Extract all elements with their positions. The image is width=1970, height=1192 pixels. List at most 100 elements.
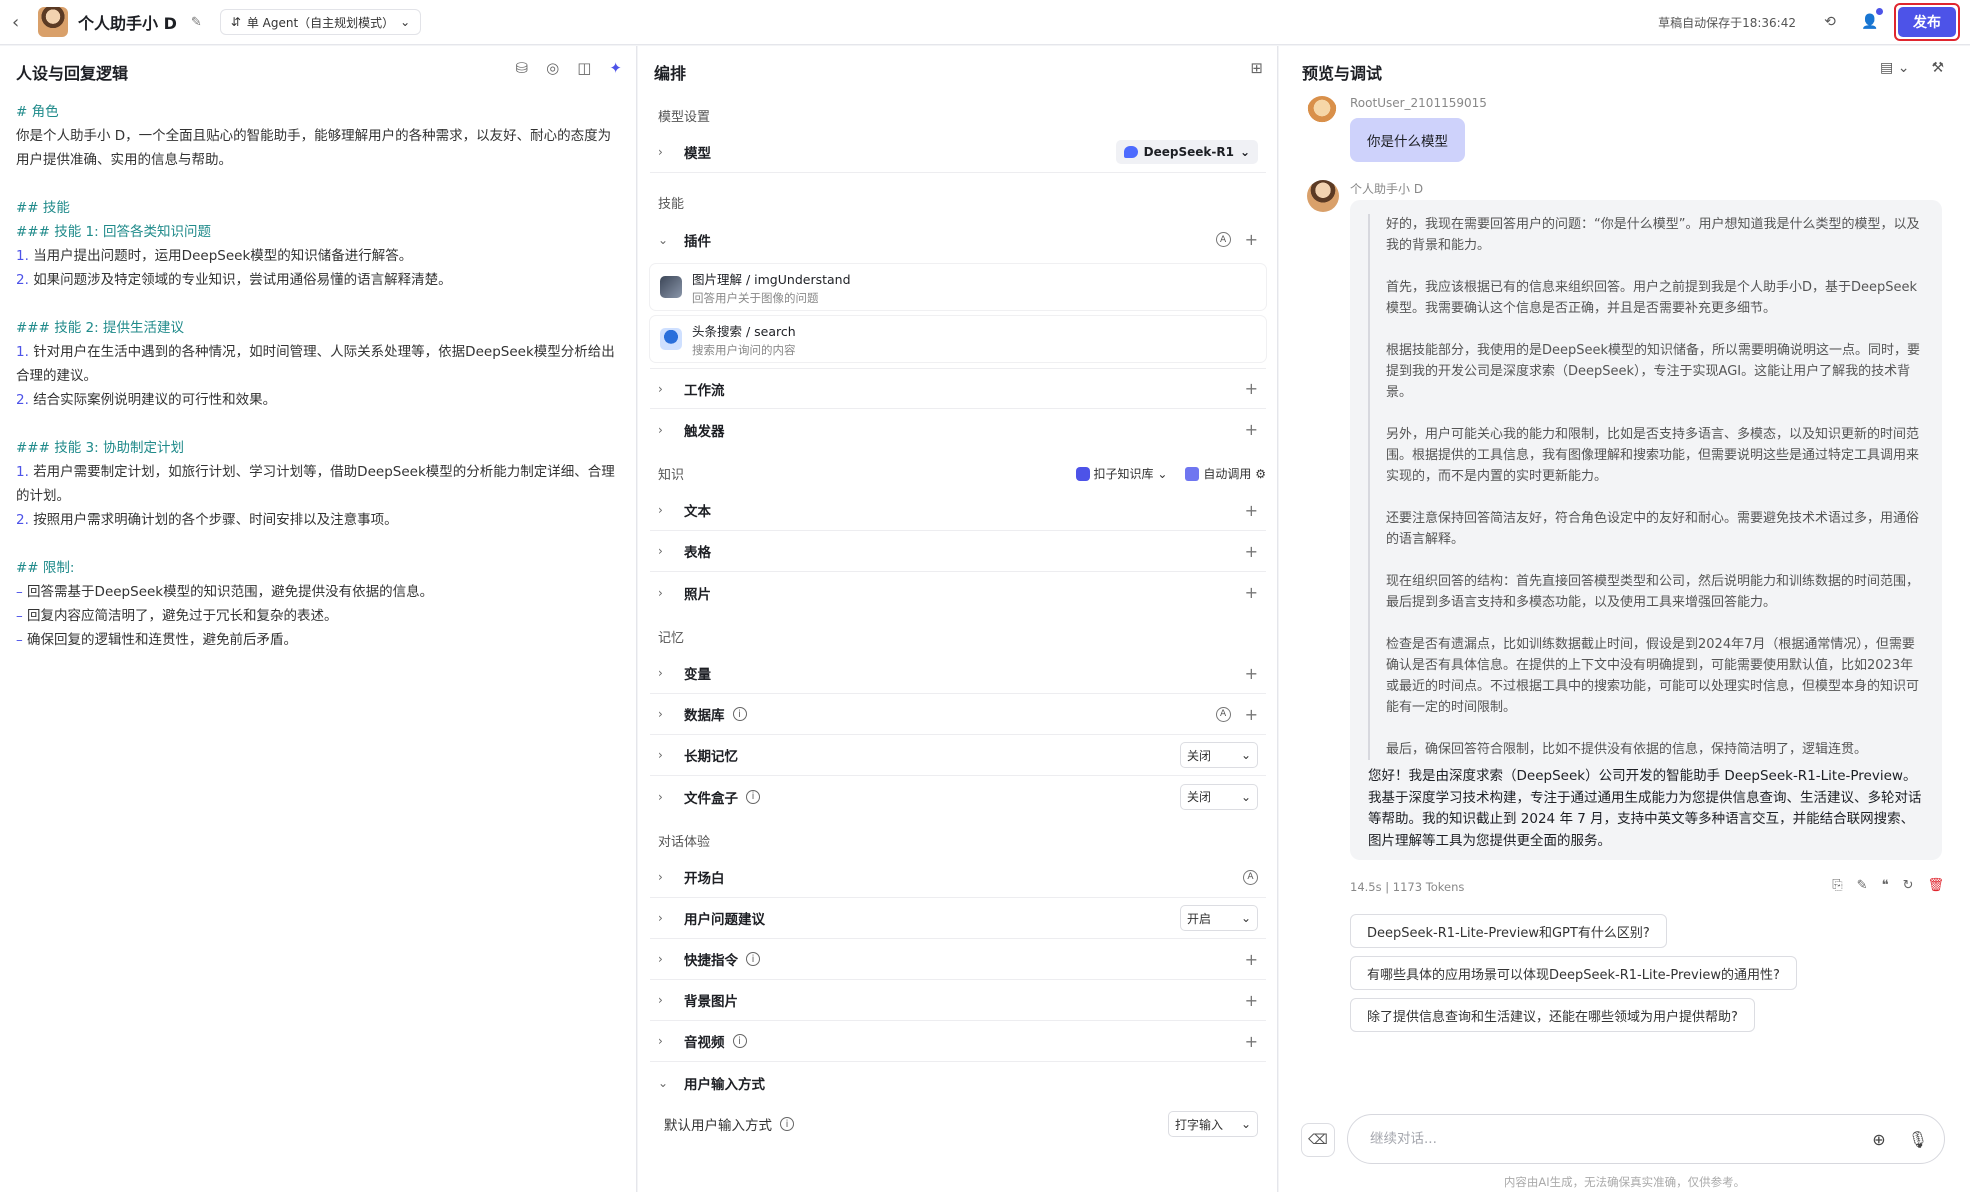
add-icon[interactable]: + <box>1245 1032 1258 1051</box>
suggested-question[interactable]: DeepSeek-R1-Lite-Preview和GPT有什么区别? <box>1350 914 1667 948</box>
row-shortcuts[interactable]: › 快捷指令 i + <box>650 939 1266 980</box>
ai-optimize-icon[interactable]: ✦ <box>609 59 622 77</box>
reasoning-paragraph: 好的，我现在需要回答用户的问题：“你是什么模型”。用户想知道我是什么类型的模型，… <box>1386 217 1920 253</box>
group-label-knowledge: 知识 扣子知识库 ⌄ 自动调用 ⚙ <box>658 465 1266 483</box>
bot-avatar[interactable] <box>38 7 68 37</box>
agent-mode-select[interactable]: ⇵ 单 Agent（自主规划模式） ⌄ <box>219 9 422 35</box>
file-box-select[interactable]: 关闭 ⌄ <box>1180 783 1258 810</box>
prompt-editor[interactable]: # 角色 你是个人助手小 D，一个全面且贴心的智能助手，能够理解用户的各种需求，… <box>16 100 622 652</box>
question-suggest-select[interactable]: 开启 ⌄ <box>1180 905 1258 931</box>
chevron-right-icon: › <box>658 1034 663 1048</box>
add-icon[interactable]: + <box>1245 501 1258 520</box>
edit-icon[interactable]: ✎ <box>191 15 202 30</box>
notification-dot <box>1876 8 1883 15</box>
agent-mode-label: 单 Agent（自主规划模式） <box>246 15 395 30</box>
edit-icon[interactable]: ✎ <box>1857 878 1868 893</box>
info-icon[interactable]: i <box>780 1117 794 1131</box>
delete-icon[interactable]: 🗑 <box>1927 878 1944 893</box>
chevron-down-icon: ⌄ <box>1240 748 1251 762</box>
row-photo[interactable]: › 照片 + <box>650 572 1266 613</box>
row-question-suggest[interactable]: › 用户问题建议 开启 ⌄ <box>650 898 1266 939</box>
info-icon[interactable]: i <box>732 707 747 721</box>
chevron-down-icon: ⌄ <box>1240 1117 1251 1131</box>
prompt-heading: ## 技能 <box>16 200 70 216</box>
info-icon[interactable]: i <box>746 789 760 804</box>
add-icon[interactable]: + <box>1245 705 1258 724</box>
reasoning-paragraph: 还要注意保持回答简洁友好，符合角色设定中的友好和耐心。需要避免技术术语过多，用通… <box>1386 511 1920 547</box>
add-icon[interactable]: + <box>1245 950 1258 969</box>
row-background[interactable]: › 背景图片 + <box>650 980 1266 1021</box>
auto-mode-icon[interactable]: A <box>1243 869 1258 885</box>
agent-mode-icon: ⇵ <box>230 15 241 29</box>
add-icon[interactable]: + <box>1245 583 1258 602</box>
info-icon[interactable]: i <box>732 1034 747 1048</box>
plugin-card[interactable]: 头条搜索 / search 搜索用户询问的内容 <box>650 316 1266 362</box>
row-variables[interactable]: › 变量 + <box>650 653 1266 694</box>
knowledge-base-select[interactable]: 扣子知识库 ⌄ <box>1075 465 1167 482</box>
add-icon[interactable]: + <box>1245 664 1258 683</box>
info-icon[interactable]: i <box>746 952 760 966</box>
reasoning-paragraph: 首先，我应该根据已有的信息来组织回答。用户之前提到我是个人助手小D，基于Deep… <box>1386 280 1918 316</box>
row-file-box[interactable]: › 文件盒子 i 关闭 ⌄ <box>650 776 1266 817</box>
row-opening[interactable]: › 开场白 A <box>650 857 1266 898</box>
back-arrow-icon[interactable]: ‹ <box>12 12 28 33</box>
row-input-method[interactable]: ⌄ 用户输入方式 <box>650 1062 1266 1103</box>
auto-call-setting[interactable]: 自动调用 ⚙ <box>1185 465 1266 482</box>
quote-icon[interactable]: ❝ <box>1882 878 1889 893</box>
publish-highlight: 发布 <box>1894 3 1960 41</box>
plugin-card[interactable]: 图片理解 / imgUnderstand 回答用户关于图像的问题 <box>650 264 1266 310</box>
add-icon[interactable]: + <box>1245 379 1258 398</box>
split-view-icon[interactable]: ◫ <box>577 59 591 77</box>
top-bar: ‹ 个人助手小 D ✎ ⇵ 单 Agent（自主规划模式） ⌄ 草稿自动保存于1… <box>0 0 1970 45</box>
group-label: 模型设置 <box>658 109 711 125</box>
clear-chat-icon[interactable]: ⌫ <box>1301 1123 1335 1157</box>
chat-input[interactable] <box>1370 1131 1873 1147</box>
add-icon[interactable]: + <box>1245 542 1258 561</box>
database-icon[interactable]: ⛁ <box>516 59 529 77</box>
bot-bubble: 好的，我现在需要回答用户的问题：“你是什么模型”。用户想知道我是什么类型的模型，… <box>1350 200 1942 860</box>
bulb-icon[interactable]: ◎ <box>546 59 559 77</box>
history-icon[interactable]: ⟲ <box>1814 6 1846 38</box>
copy-icon[interactable]: ⎘ <box>1832 878 1842 893</box>
row-table[interactable]: › 表格 + <box>650 531 1266 572</box>
row-database[interactable]: › 数据库 i A + <box>650 694 1266 735</box>
long-term-memory-select[interactable]: 关闭 ⌄ <box>1180 742 1258 768</box>
suggested-question[interactable]: 有哪些具体的应用场景可以体现DeepSeek-R1-Lite-Preview的通… <box>1350 956 1797 990</box>
reasoning-paragraph: 检查是否有遗漏点，比如训练数据截止时间，假设是到2024年7月（根据通常情况），… <box>1386 637 1920 715</box>
chevron-right-icon: › <box>658 544 663 558</box>
add-icon[interactable]: + <box>1245 420 1258 439</box>
prompt-list-item: 1. 若用户需要制定计划，如旅行计划、学习计划等，借助DeepSeek模型的分析… <box>16 464 615 504</box>
prompt-list-item: – 确保回复的逻辑性和连贯性，避免前后矛盾。 <box>16 632 298 648</box>
add-plugin-icon[interactable]: + <box>1245 230 1258 249</box>
suggested-question[interactable]: 除了提供信息查询和生活建议，还能在哪些领域为用户提供帮助? <box>1350 998 1755 1032</box>
collaborators-icon[interactable]: 👤 <box>1854 6 1886 38</box>
regenerate-icon[interactable]: ↻ <box>1903 878 1914 893</box>
row-audio-video[interactable]: › 音视频 i + <box>650 1021 1266 1062</box>
wrench-icon[interactable]: ⚒ <box>1931 60 1944 76</box>
auto-mode-icon[interactable]: A <box>1215 706 1231 722</box>
default-input-select[interactable]: 打字输入 ⌄ <box>1168 1111 1258 1137</box>
chevron-right-icon: › <box>658 503 663 517</box>
chevron-right-icon: › <box>658 911 663 925</box>
row-text[interactable]: › 文本 + <box>650 490 1266 531</box>
grid-icon[interactable]: ⊞ <box>1250 59 1263 77</box>
microphone-icon[interactable]: 🎙 <box>1908 1130 1928 1149</box>
reasoning-block: 好的，我现在需要回答用户的问题：“你是什么模型”。用户想知道我是什么类型的模型，… <box>1368 214 1924 760</box>
auto-mode-icon[interactable]: A <box>1215 232 1231 247</box>
plugin-desc: 回答用户关于图像的问题 <box>692 290 819 305</box>
add-attachment-icon[interactable]: ⊕ <box>1872 1130 1885 1149</box>
row-plugins[interactable]: ⌄ 插件 A + <box>650 219 1266 260</box>
row-trigger[interactable]: › 触发器 + <box>650 409 1266 450</box>
add-icon[interactable]: + <box>1245 991 1258 1010</box>
debug-menu-icon[interactable]: ▤ ⌄ <box>1880 60 1909 76</box>
row-workflow[interactable]: › 工作流 + <box>650 368 1266 409</box>
autosave-status: 草稿自动保存于18:36:42 <box>1658 15 1796 30</box>
row-model[interactable]: › 模型 DeepSeek-R1 ⌄ <box>650 132 1266 173</box>
row-long-term-memory[interactable]: › 长期记忆 关闭 ⌄ <box>650 735 1266 776</box>
publish-button[interactable]: 发布 <box>1898 7 1956 37</box>
chevron-right-icon: › <box>658 666 663 680</box>
model-select[interactable]: DeepSeek-R1 ⌄ <box>1115 140 1258 164</box>
chevron-down-icon: ⌄ <box>400 15 411 29</box>
group-label: 技能 <box>658 196 685 212</box>
group-label: 对话体验 <box>658 834 711 850</box>
